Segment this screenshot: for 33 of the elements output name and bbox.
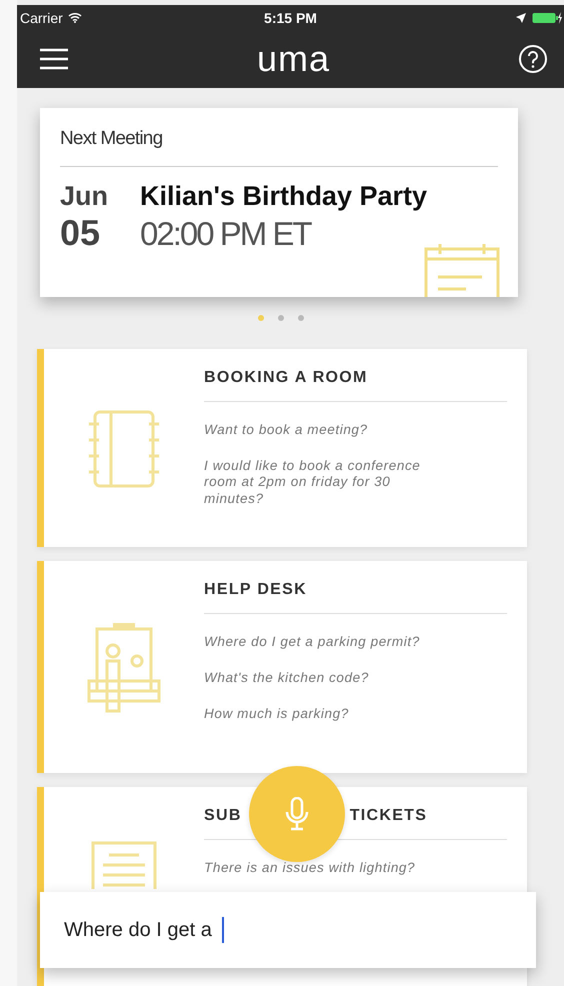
pager-dot[interactable] bbox=[278, 315, 284, 321]
meeting-day: 05 bbox=[60, 212, 122, 254]
topic-title: BOOKING A ROOM bbox=[204, 369, 368, 387]
wifi-icon bbox=[68, 12, 82, 23]
topic-title: HELP DESK bbox=[204, 581, 307, 599]
battery-icon bbox=[532, 12, 562, 24]
desk-icon bbox=[87, 621, 161, 715]
sample-question[interactable]: What's the kitchen code? bbox=[204, 670, 454, 686]
query-input-field[interactable]: Where do I get a bbox=[64, 918, 222, 942]
meeting-time: 02:00 PM ET bbox=[140, 215, 311, 253]
topic-title: TICKETS bbox=[350, 807, 428, 825]
status-time: 5:15 PM bbox=[264, 10, 317, 26]
sample-question[interactable]: How much is parking? bbox=[204, 706, 454, 723]
document-icon bbox=[91, 841, 157, 889]
pager-dot[interactable] bbox=[258, 315, 264, 321]
microphone-icon bbox=[284, 797, 310, 831]
sample-question[interactable]: There is an issues with lighting? bbox=[204, 860, 454, 876]
sample-question[interactable]: Where do I get a parking permit? bbox=[204, 634, 454, 650]
notebook-icon bbox=[87, 410, 161, 488]
meeting-card[interactable]: Next Meeting Jun Kilian's Birthday Party 05 02:00 PM ET bbox=[40, 108, 518, 297]
location-icon bbox=[516, 12, 526, 22]
help-button[interactable] bbox=[518, 44, 548, 74]
meeting-month: Jun bbox=[60, 181, 110, 212]
topic-title: SUB bbox=[204, 807, 242, 825]
menu-button[interactable] bbox=[39, 48, 69, 70]
calendar-icon bbox=[424, 243, 500, 297]
card-heading: Next Meeting bbox=[60, 108, 498, 167]
carrier-label: Carrier bbox=[20, 10, 63, 26]
sample-question[interactable]: I would like to book a conference room at 2pm on friday for 30 minutes? bbox=[204, 458, 454, 507]
pager-dot[interactable] bbox=[298, 315, 304, 321]
app-logo: uma bbox=[256, 41, 330, 77]
sample-question[interactable]: Want to book a meeting? bbox=[204, 422, 454, 438]
meeting-title: Kilian's Birthday Party bbox=[140, 181, 428, 212]
